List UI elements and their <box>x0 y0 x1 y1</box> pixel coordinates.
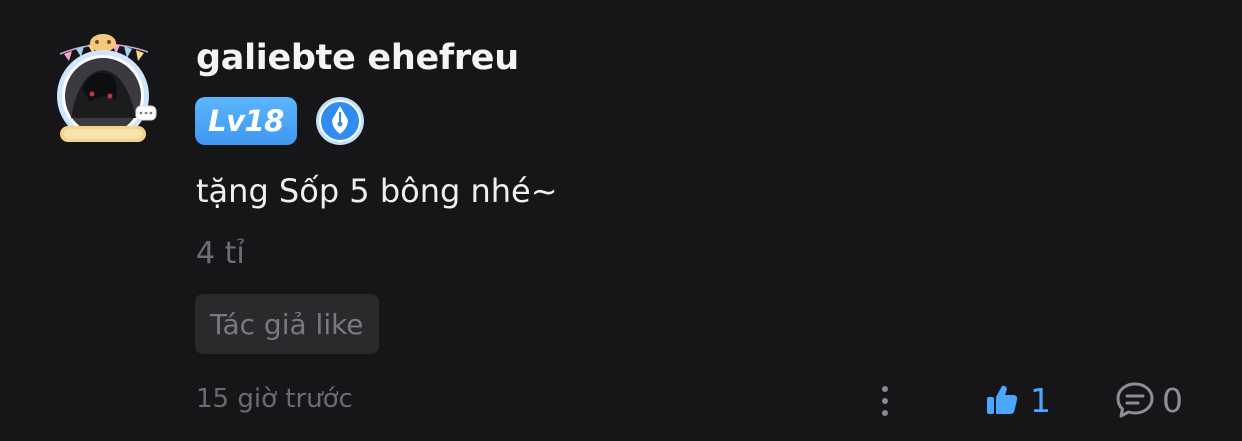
like-button[interactable]: 1 <box>984 378 1051 422</box>
comment-text: tặng Sốp 5 bông nhé~ <box>196 172 558 210</box>
user-badges: Lv18 <box>195 96 365 146</box>
gift-amount: 4 tỉ <box>196 236 245 271</box>
reply-count: 0 <box>1162 380 1183 420</box>
username[interactable]: galiebte ehefreu <box>196 38 519 78</box>
reply-button[interactable]: 0 <box>1114 378 1183 422</box>
avatar-frame-icon <box>57 34 157 142</box>
fountain-pen-icon[interactable] <box>315 96 365 146</box>
author-like-tag: Tác giả like <box>195 294 379 354</box>
user-avatar[interactable] <box>46 30 160 148</box>
more-vertical-icon[interactable] <box>870 382 900 420</box>
chat-bubble-icon <box>1116 382 1154 418</box>
comment-timestamp: 15 giờ trước <box>196 384 353 414</box>
like-count: 1 <box>1030 380 1051 420</box>
thumbs-up-icon <box>987 385 1018 414</box>
level-badge[interactable]: Lv18 <box>195 97 297 145</box>
